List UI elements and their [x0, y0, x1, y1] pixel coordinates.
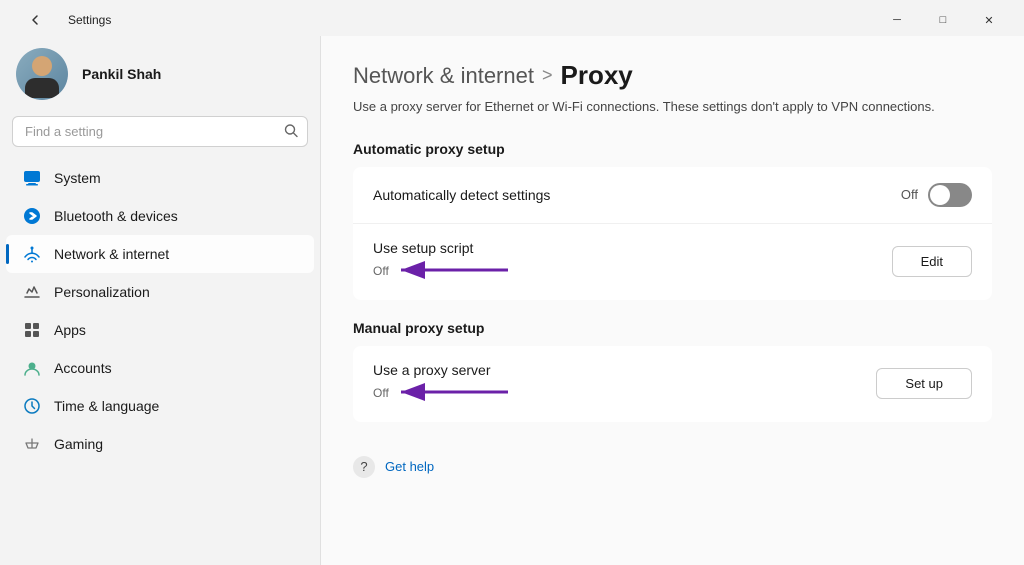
automatic-section: Automatic proxy setup Automatically dete… [353, 141, 992, 300]
breadcrumb: Network & internet > Proxy [353, 60, 992, 91]
breadcrumb-current: Proxy [560, 60, 632, 91]
nav-time[interactable]: Time & language [6, 387, 314, 425]
auto-detect-label: Automatically detect settings [373, 187, 550, 203]
search-input[interactable] [12, 116, 308, 147]
search-icon [284, 123, 298, 140]
get-help-icon: ? [353, 456, 375, 478]
personalization-icon [22, 282, 42, 302]
network-icon [22, 244, 42, 264]
manual-section: Manual proxy setup Use a proxy server Of… [353, 320, 992, 422]
nav-label-gaming: Gaming [54, 436, 103, 452]
auto-detect-toggle-wrap: Off [901, 183, 972, 207]
window-title: Settings [68, 13, 111, 27]
auto-detect-toggle-label: Off [901, 187, 918, 202]
nav-accounts[interactable]: Accounts [6, 349, 314, 387]
setup-script-sublabel: Off [373, 264, 389, 278]
automatic-card: Automatically detect settings Off Use se… [353, 167, 992, 300]
auto-detect-toggle[interactable] [928, 183, 972, 207]
edit-button[interactable]: Edit [892, 246, 972, 277]
close-button[interactable]: ✕ [966, 6, 1012, 34]
proxy-server-row: Use a proxy server Off [353, 346, 992, 422]
nav-label-apps: Apps [54, 322, 86, 338]
gaming-icon [22, 434, 42, 454]
nav-personalization[interactable]: Personalization [6, 273, 314, 311]
breadcrumb-parent[interactable]: Network & internet [353, 63, 534, 89]
page-description: Use a proxy server for Ethernet or Wi-Fi… [353, 97, 992, 117]
automatic-section-title: Automatic proxy setup [353, 141, 992, 157]
toggle-thumb [930, 185, 950, 205]
content-area: Network & internet > Proxy Use a proxy s… [321, 36, 1024, 565]
window-controls: ─ □ ✕ [874, 6, 1012, 34]
proxy-server-text: Use a proxy server Off [373, 362, 513, 406]
nav-label-bluetooth: Bluetooth & devices [54, 208, 178, 224]
search-box [12, 116, 308, 147]
user-name: Pankil Shah [82, 66, 161, 82]
nav-bluetooth[interactable]: Bluetooth & devices [6, 197, 314, 235]
nav-network[interactable]: Network & internet [6, 235, 314, 273]
nav-label-accounts: Accounts [54, 360, 112, 376]
accounts-icon [22, 358, 42, 378]
proxy-server-label: Use a proxy server [373, 362, 513, 378]
sidebar: Pankil Shah System [0, 36, 320, 565]
nav-apps[interactable]: Apps [6, 311, 314, 349]
back-button[interactable] [12, 6, 58, 34]
auto-detect-row: Automatically detect settings Off [353, 167, 992, 224]
nav-label-personalization: Personalization [54, 284, 150, 300]
nav-label-network: Network & internet [54, 246, 169, 262]
manual-section-title: Manual proxy setup [353, 320, 992, 336]
apps-icon [22, 320, 42, 340]
purple-arrow-1 [393, 256, 513, 284]
maximize-button[interactable]: □ [920, 6, 966, 34]
nav-label-time: Time & language [54, 398, 159, 414]
setup-script-label: Use setup script [373, 240, 513, 256]
setup-script-row: Use setup script Off [353, 224, 992, 300]
user-section: Pankil Shah [0, 36, 320, 116]
manual-card: Use a proxy server Off [353, 346, 992, 422]
get-help-link[interactable]: Get help [385, 459, 434, 474]
bluetooth-icon [22, 206, 42, 226]
setup-script-text: Use setup script Off [373, 240, 513, 284]
titlebar-left: Settings [12, 6, 111, 34]
purple-arrow-2 [393, 378, 513, 406]
get-help-row: ? Get help [353, 442, 992, 478]
nav-label-system: System [54, 170, 101, 186]
minimize-button[interactable]: ─ [874, 6, 920, 34]
time-icon [22, 396, 42, 416]
nav-gaming[interactable]: Gaming [6, 425, 314, 463]
avatar [16, 48, 68, 100]
system-icon [22, 168, 42, 188]
nav-system[interactable]: System [6, 159, 314, 197]
setup-button[interactable]: Set up [876, 368, 972, 399]
proxy-server-sublabel: Off [373, 386, 389, 400]
titlebar: Settings ─ □ ✕ [0, 0, 1024, 36]
breadcrumb-separator: > [542, 65, 553, 86]
